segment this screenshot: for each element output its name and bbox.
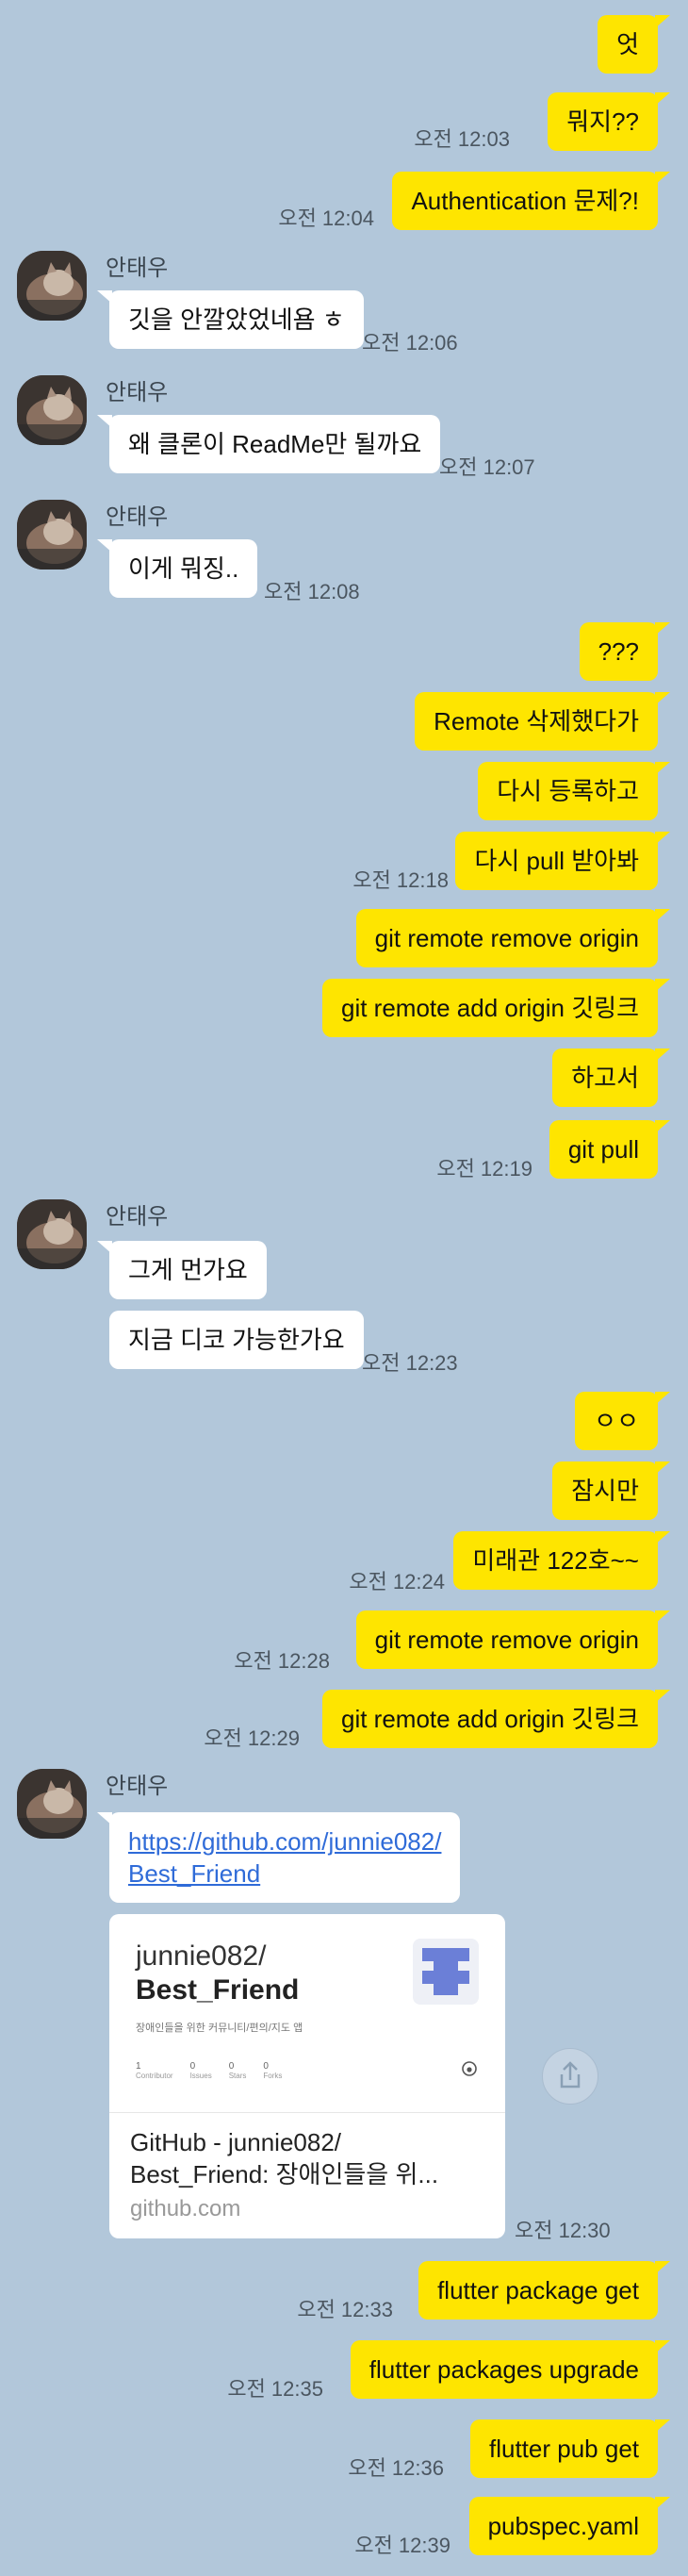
message-time: 오전 12:04 [278, 206, 374, 230]
message-time: 오전 12:18 [352, 868, 449, 892]
contact-name: 안태우 [106, 380, 169, 405]
cat-avatar-icon [17, 1199, 87, 1269]
contact-name: 안태우 [106, 256, 169, 281]
github-link[interactable]: https://github.com/junnie082/ [128, 1825, 441, 1858]
my-message[interactable]: 하고서 [552, 1049, 670, 1107]
my-message[interactable]: 잠시만 [552, 1461, 670, 1520]
share-button[interactable] [542, 2048, 598, 2105]
my-message[interactable]: git remote add origin 깃링크 [321, 1690, 671, 1748]
my-message[interactable]: git remote remove origin [355, 909, 671, 967]
github-icon [462, 2061, 477, 2076]
message-time: 오전 12:19 [436, 1157, 532, 1181]
message-time: 오전 12:36 [348, 2456, 444, 2480]
my-message[interactable]: git remote add origin 깃링크 [321, 979, 671, 1037]
repo-owner: junnie082/ [136, 1940, 267, 1972]
my-message[interactable]: flutter pub get [470, 2419, 670, 2478]
my-message[interactable]: ㅇㅇ [575, 1392, 670, 1450]
my-message[interactable]: Authentication 문제?! [392, 172, 670, 230]
share-icon [560, 2061, 581, 2089]
cat-avatar-icon [17, 251, 87, 321]
message-time: 오전 12:35 [227, 2377, 323, 2401]
contact-name: 안태우 [106, 1774, 169, 1799]
my-message[interactable]: git remote remove origin [355, 1610, 671, 1669]
my-message[interactable]: 다시 pull 받아봐 [455, 832, 670, 890]
contact-name: 안태우 [106, 504, 169, 530]
link-preview-card[interactable]: junnie082/ Best_Friend 장애인들을 위한 커뮤니티/편의/… [109, 1914, 505, 2238]
message-time: 오전 12:23 [362, 1351, 458, 1375]
my-message[interactable]: 다시 등록하고 [478, 762, 670, 820]
their-message[interactable]: 깃을 안깔았었네욤 ㅎ [97, 290, 364, 349]
their-message[interactable]: 그게 먼가요 [97, 1241, 267, 1299]
link-preview-image: junnie082/ Best_Friend 장애인들을 위한 커뮤니티/편의/… [109, 1914, 505, 2113]
link-preview-domain: github.com [130, 2196, 241, 2221]
message-time: 오전 12:03 [414, 127, 510, 151]
repo-description: 장애인들을 위한 커뮤니티/편의/지도 앱 [136, 2023, 303, 2034]
my-message[interactable]: ??? [579, 622, 671, 681]
message-time: 오전 12:24 [349, 1570, 445, 1593]
my-message[interactable]: git pull [549, 1120, 671, 1179]
my-message[interactable]: Remote 삭제했다가 [415, 692, 670, 751]
contact-avatar[interactable] [17, 1199, 87, 1269]
link-preview-title: GitHub - junnie082/ Best_Friend: 장애인들을 위… [130, 2128, 439, 2188]
my-message[interactable]: 뭐지?? [548, 92, 670, 151]
link-preview-text: GitHub - junnie082/ Best_Friend: 장애인들을 위… [109, 2113, 505, 2236]
their-message[interactable]: 이게 뭐징.. [96, 539, 258, 598]
repo-stat: 1 Contributor [136, 2061, 173, 2080]
link-message[interactable]: https://github.com/junnie082/ Best_Frien… [96, 1812, 461, 1903]
message-time: 오전 12:08 [264, 580, 360, 603]
cat-avatar-icon [17, 1769, 87, 1839]
message-time: 오전 12:30 [515, 2219, 611, 2242]
cat-avatar-icon [17, 375, 87, 445]
message-time: 오전 12:29 [204, 1726, 300, 1750]
contact-avatar[interactable] [17, 375, 87, 445]
my-message[interactable]: 미래관 122호~~ [453, 1531, 670, 1590]
repo-stats: 1 Contributor 0 Issues 0 Stars 0 Forks [136, 2061, 282, 2080]
contact-avatar[interactable] [17, 500, 87, 570]
message-time: 오전 12:06 [362, 331, 458, 355]
their-message[interactable]: 지금 디코 가능한가요 [109, 1311, 364, 1369]
contact-name: 안태우 [106, 1204, 169, 1230]
my-message[interactable]: 엇 [598, 15, 670, 74]
contact-avatar[interactable] [17, 251, 87, 321]
repo-name: Best_Friend [136, 1974, 300, 2006]
repo-avatar-icon [413, 1939, 479, 2005]
repo-stat: 0 Stars [228, 2061, 247, 2080]
cat-avatar-icon [17, 500, 87, 570]
repo-stat: 0 Forks [263, 2061, 283, 2080]
github-link-continued[interactable]: Best_Friend [128, 1858, 441, 1890]
message-time: 오전 12:33 [297, 2298, 393, 2321]
my-message[interactable]: flutter package get [418, 2261, 670, 2320]
message-time: 오전 12:28 [234, 1649, 330, 1673]
repo-stat: 0 Issues [189, 2061, 212, 2080]
my-message[interactable]: pubspec.yaml [468, 2497, 671, 2555]
my-message[interactable]: flutter packages upgrade [350, 2340, 671, 2399]
message-time: 오전 12:07 [439, 455, 535, 479]
contact-avatar[interactable] [17, 1769, 87, 1839]
message-time: 오전 12:39 [354, 2534, 450, 2557]
their-message[interactable]: 왜 클론이 ReadMe만 될까요 [96, 415, 441, 473]
